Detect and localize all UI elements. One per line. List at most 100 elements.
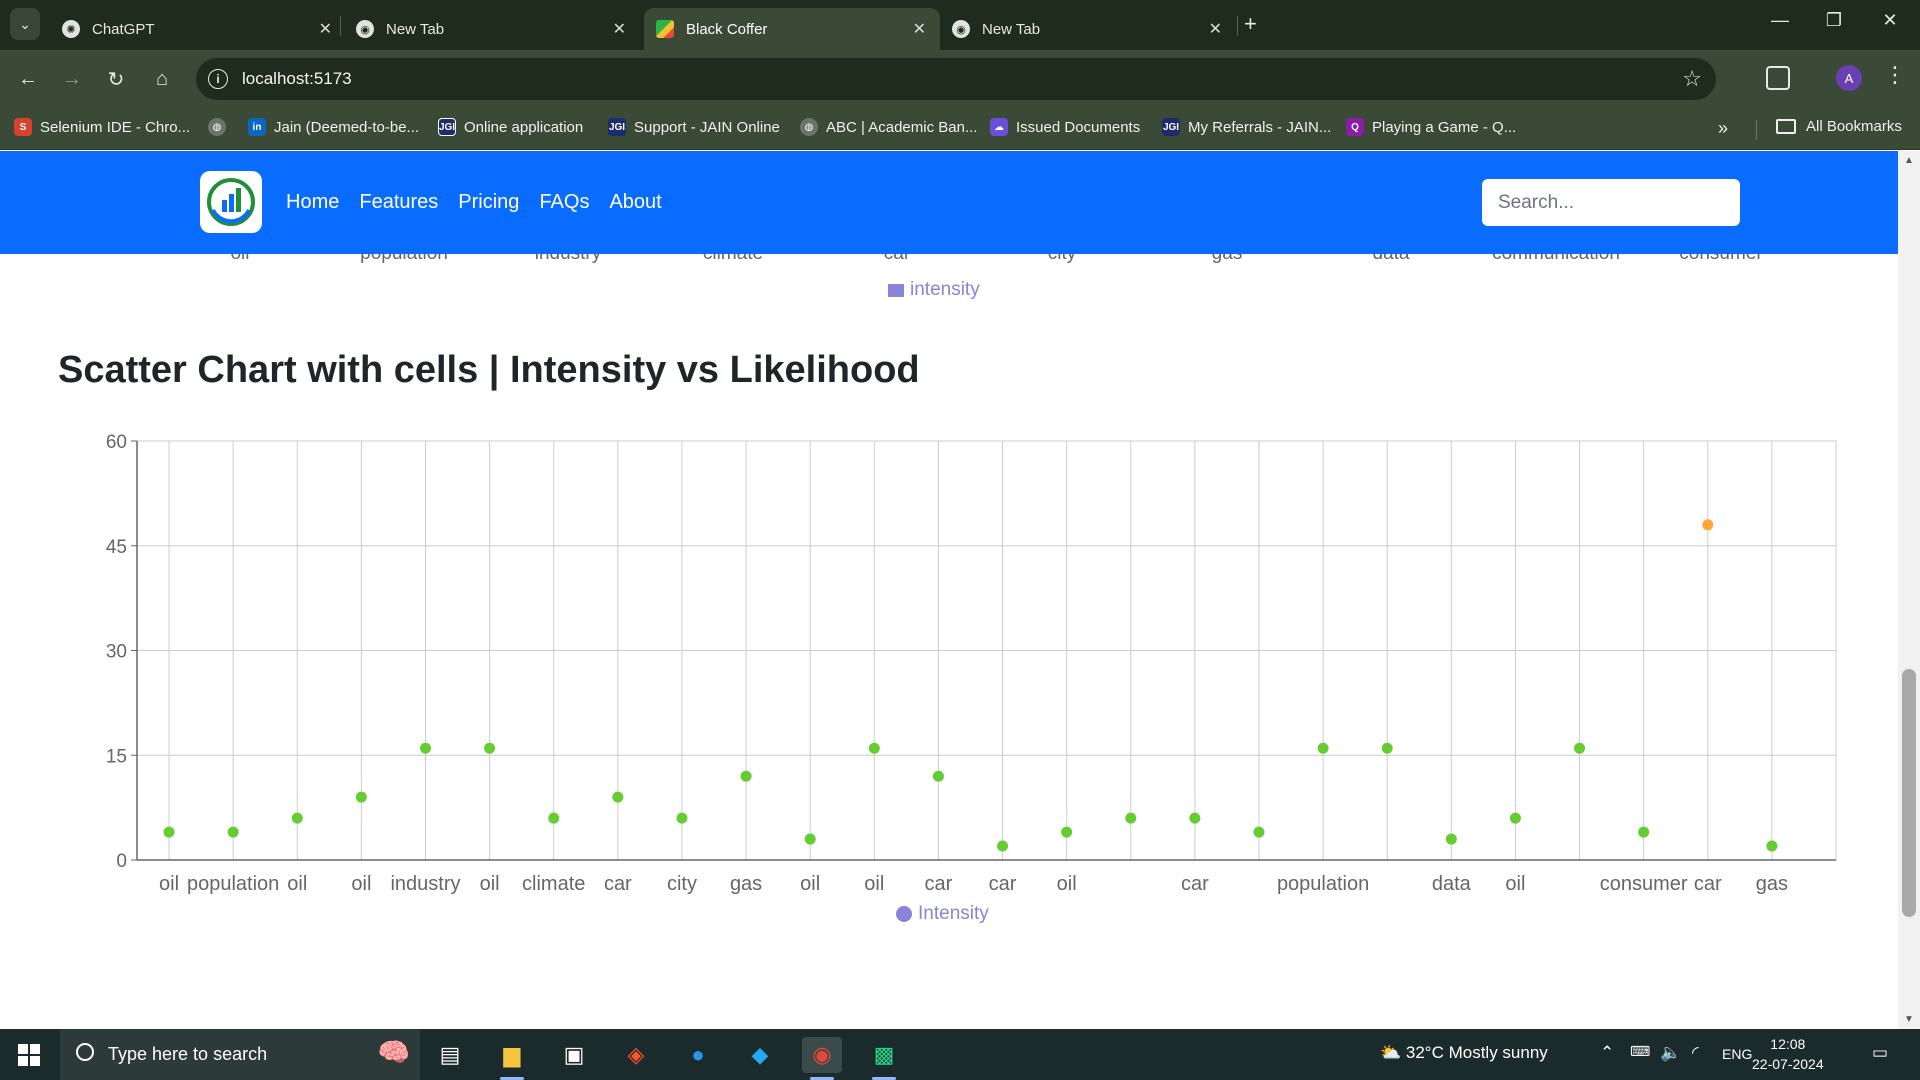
tab-new-tab-2[interactable]: ◉ New Tab ✕ xyxy=(940,8,1236,50)
taskbar-search-box[interactable]: Type here to search 🧠 xyxy=(60,1029,420,1080)
x-tick-label: oil xyxy=(159,873,179,895)
scatter-point xyxy=(1766,840,1778,852)
chrome-icon[interactable]: ◉ xyxy=(802,1037,842,1080)
scatter-point xyxy=(1445,833,1457,845)
globe-icon: ◍ xyxy=(208,118,226,136)
x-tick-label: car xyxy=(1694,873,1722,895)
x-tick-label: population xyxy=(187,873,279,895)
reload-icon[interactable]: ↻ xyxy=(100,63,132,95)
bookmark-playing-a-game[interactable]: Q Playing a Game - Q... xyxy=(1346,118,1516,136)
menu-kebab-icon[interactable]: ⋮ xyxy=(1884,62,1906,88)
x-tick-label: city xyxy=(667,873,697,895)
nav-about-link[interactable]: About xyxy=(609,191,661,214)
taskbar-clock[interactable]: 12:08 22-07-2024 xyxy=(1752,1034,1824,1074)
forward-arrow-icon[interactable]: → xyxy=(56,63,88,95)
scroll-thumb[interactable] xyxy=(1902,669,1916,917)
x-tick-label: oil xyxy=(1505,873,1525,895)
nav-links: Home Features Pricing FAQs About xyxy=(286,191,662,214)
x-tick-label: data xyxy=(1432,873,1472,895)
pycharm-icon[interactable]: ▩ xyxy=(864,1037,904,1080)
bookmark-abc-academic[interactable]: ◍ ABC | Academic Ban... xyxy=(800,118,977,136)
close-tab-icon[interactable]: ✕ xyxy=(1209,19,1222,39)
brave-browser-icon[interactable]: ◈ xyxy=(616,1037,656,1073)
black-coffer-logo[interactable] xyxy=(200,171,262,233)
x-tick-label: oil xyxy=(351,873,371,895)
scatter-point xyxy=(355,791,367,803)
language-indicator[interactable]: ENG xyxy=(1722,1046,1752,1062)
scatter-point xyxy=(1253,826,1265,838)
minimize-icon[interactable]: — xyxy=(1760,10,1800,31)
bookmark-star-icon[interactable]: ☆ xyxy=(1682,66,1702,92)
profile-avatar[interactable]: A xyxy=(1836,65,1862,91)
selenium-icon: S xyxy=(14,118,32,136)
search-input[interactable] xyxy=(1482,179,1740,226)
site-info-icon[interactable]: i xyxy=(208,69,228,89)
tab-title: ChatGPT xyxy=(92,20,155,38)
tab-black-coffer[interactable]: Black Coffer ✕ xyxy=(644,8,940,50)
bookmark-issued-documents[interactable]: ☁ Issued Documents xyxy=(990,118,1140,136)
bookmark-jain-linkedin[interactable]: in Jain (Deemed-to-be... xyxy=(248,118,419,136)
vscode-icon[interactable]: ◆ xyxy=(740,1037,780,1073)
windows-taskbar: Type here to search 🧠 ▤ ▆ ▣ ◈ ● ◆ ◉ ▩ ⛅ … xyxy=(0,1029,1920,1080)
chrome-favicon-icon: ◉ xyxy=(356,20,374,38)
scatter-point xyxy=(1061,826,1073,838)
extensions-puzzle-icon[interactable] xyxy=(1766,66,1790,90)
wifi-icon[interactable]: ◜ xyxy=(1692,1043,1699,1063)
x-tick-label: oil xyxy=(864,873,884,895)
nav-home-link[interactable]: Home xyxy=(286,191,339,214)
task-view-icon[interactable]: ▤ xyxy=(430,1037,470,1073)
volume-icon[interactable]: 🔈 xyxy=(1660,1043,1681,1063)
tab-chatgpt[interactable]: ✺ ChatGPT ✕ xyxy=(50,8,346,50)
scatter-point xyxy=(1509,812,1521,824)
page-scrollbar[interactable]: ▲ ▼ xyxy=(1898,151,1920,1029)
scatter-chart-legend[interactable]: Intensity xyxy=(896,903,989,925)
tab-new-tab-1[interactable]: ◉ New Tab ✕ xyxy=(344,8,640,50)
digilocker-cloud-icon: ☁ xyxy=(990,118,1008,136)
bookmark-selenium[interactable]: S Selenium IDE - Chro... xyxy=(14,118,190,136)
scatter-point xyxy=(1189,812,1201,824)
nav-faqs-link[interactable]: FAQs xyxy=(539,191,589,214)
all-bookmarks-button[interactable]: All Bookmarks xyxy=(1776,118,1902,135)
url-text[interactable]: localhost:5173 xyxy=(242,69,352,89)
terminal-icon[interactable]: ▣ xyxy=(554,1037,594,1073)
bookmarks-overflow-chevron-icon[interactable]: » xyxy=(1718,118,1728,139)
restore-icon[interactable]: ❐ xyxy=(1814,10,1854,31)
bookmark-support-jain[interactable]: JGI Support - JAIN Online xyxy=(608,118,780,136)
weather-widget[interactable]: ⛅ 32°C Mostly sunny xyxy=(1380,1043,1548,1063)
close-tab-icon[interactable]: ✕ xyxy=(319,19,332,39)
nav-features-link[interactable]: Features xyxy=(359,191,438,214)
scatter-point xyxy=(740,770,752,782)
search-highlight-brain-icon: 🧠 xyxy=(377,1037,410,1067)
address-bar[interactable]: i localhost:5173 ☆ xyxy=(196,58,1716,100)
chatgpt-favicon-icon: ✺ xyxy=(62,20,80,38)
scroll-up-arrow-icon[interactable]: ▲ xyxy=(1904,155,1914,166)
close-window-icon[interactable]: ✕ xyxy=(1870,10,1910,31)
back-arrow-icon[interactable]: ← xyxy=(12,63,44,95)
bookmark-my-referrals[interactable]: JGI My Referrals - JAIN... xyxy=(1162,118,1331,136)
new-tab-plus-icon[interactable]: + xyxy=(1244,11,1257,37)
page-viewport: Home Features Pricing FAQs About oil pop… xyxy=(0,151,1920,1029)
windows-start-icon[interactable] xyxy=(18,1044,40,1066)
file-explorer-icon[interactable]: ▆ xyxy=(492,1037,532,1080)
nav-pricing-link[interactable]: Pricing xyxy=(458,191,519,214)
close-tab-icon[interactable]: ✕ xyxy=(913,19,926,39)
x-tick-label: gas xyxy=(1756,873,1788,895)
scroll-down-arrow-icon[interactable]: ▼ xyxy=(1904,1014,1914,1025)
docker-icon[interactable]: ● xyxy=(678,1037,718,1073)
tab-search-button[interactable]: ⌄ xyxy=(10,8,40,40)
y-tick-label: 15 xyxy=(106,746,127,767)
taskbar-search-placeholder: Type here to search xyxy=(108,1044,268,1064)
home-icon[interactable]: ⌂ xyxy=(146,63,178,95)
close-tab-icon[interactable]: ✕ xyxy=(613,19,626,39)
bookmark-online-application[interactable]: JGI Online application xyxy=(438,118,583,136)
notifications-icon[interactable]: ▭ xyxy=(1872,1043,1888,1063)
scatter-point xyxy=(1574,742,1586,754)
bookmark-globe[interactable]: ◍ xyxy=(208,118,234,136)
scatter-point xyxy=(676,812,688,824)
x-tick-label: oil xyxy=(480,873,500,895)
ime-icon[interactable]: ⌨ xyxy=(1630,1043,1650,1060)
clock-date: 22-07-2024 xyxy=(1752,1056,1824,1072)
tray-chevron-icon[interactable]: ⌃ xyxy=(1600,1043,1614,1063)
x-tick-label: gas xyxy=(730,873,762,895)
bookmarks-bar: S Selenium IDE - Chro... ◍ in Jain (Deemed… xyxy=(0,108,1920,150)
